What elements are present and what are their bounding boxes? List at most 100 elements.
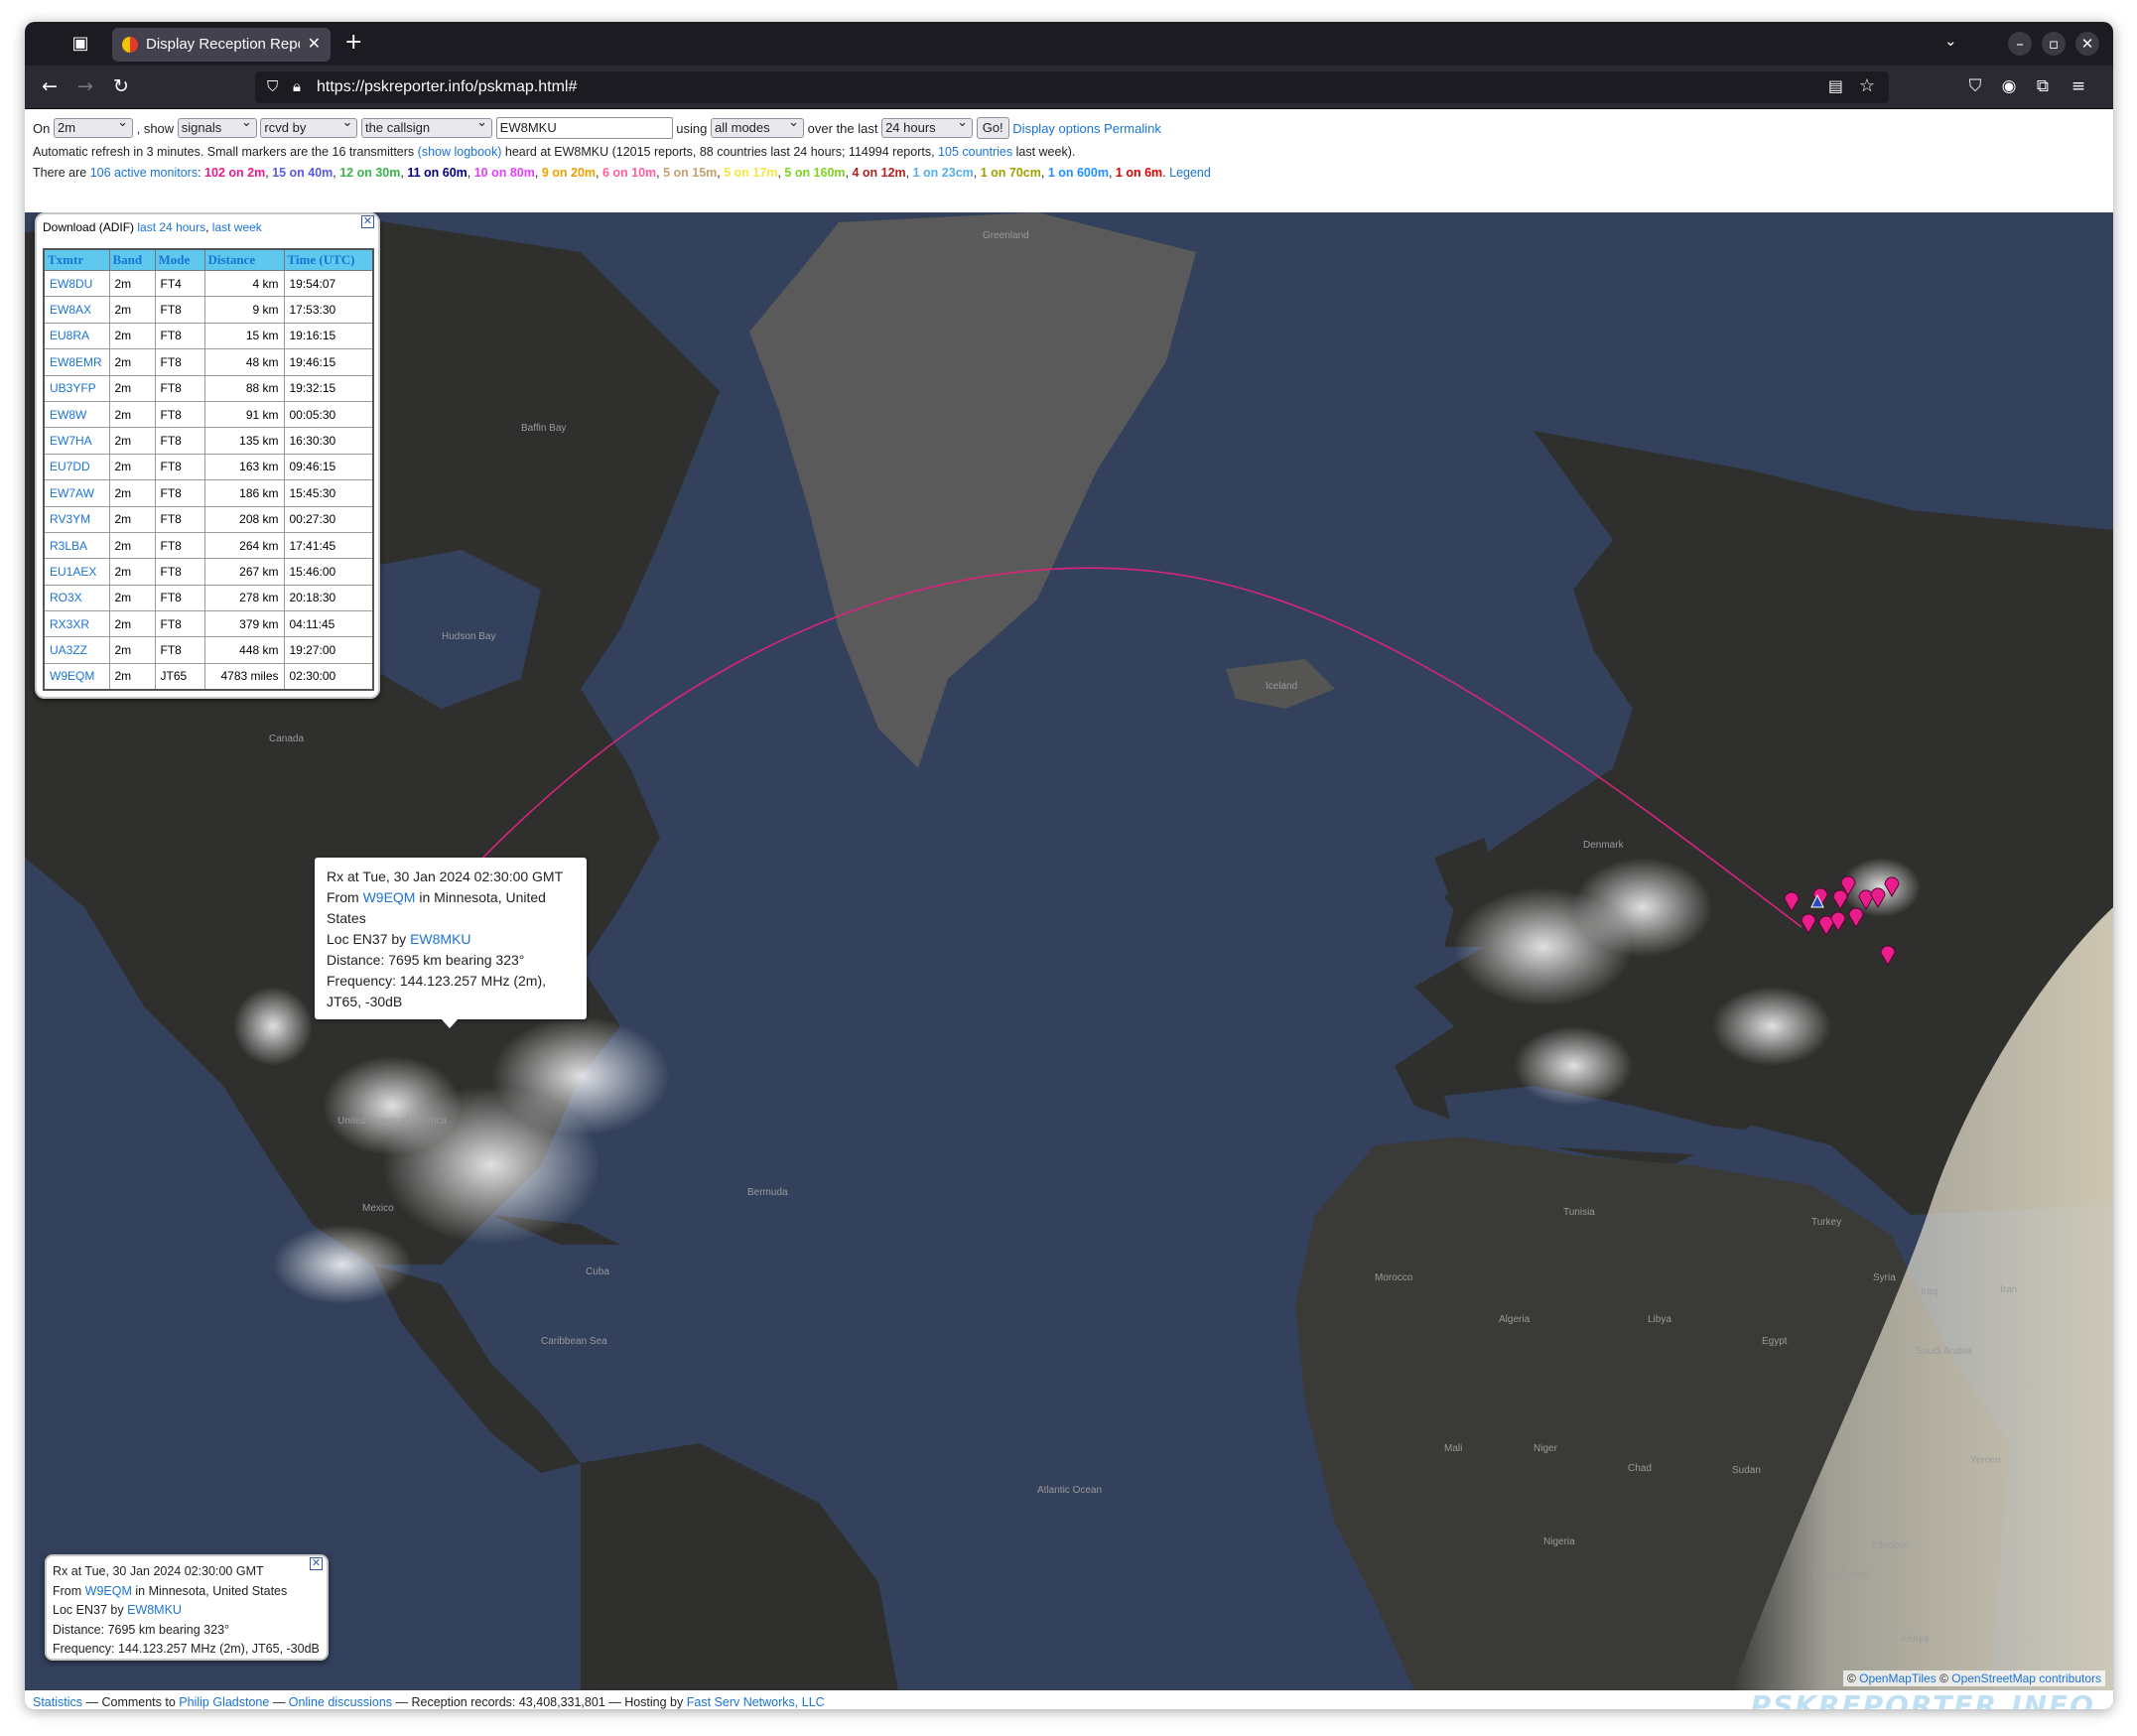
column-header[interactable]: Txmtr <box>43 248 110 271</box>
footer-dash: — <box>272 1695 286 1709</box>
download-24h-link[interactable]: last 24 hours <box>137 220 205 234</box>
discussions-link[interactable]: Online discussions <box>289 1695 392 1709</box>
tracking-shield-icon[interactable]: ⛉ <box>267 77 278 95</box>
transmitter-link[interactable]: EW7HA <box>50 434 92 448</box>
mode-select[interactable]: all modes <box>711 115 804 138</box>
popup-loc-call-link[interactable]: EW8MKU <box>410 931 470 947</box>
account-icon[interactable]: ◉ <box>1998 76 2020 96</box>
extensions-icon[interactable]: ⧉ <box>2032 76 2054 96</box>
direction-select[interactable]: rcvd by <box>260 115 358 138</box>
active-monitors-link[interactable]: 106 active monitors <box>90 166 198 180</box>
column-header[interactable]: Band <box>108 248 156 271</box>
window-close-icon[interactable]: ✕ <box>2075 32 2099 56</box>
callsign-input[interactable]: EW8MKU <box>495 117 673 139</box>
transmitter-link[interactable]: W9EQM <box>50 669 94 683</box>
transmitter-link[interactable]: EU8RA <box>50 329 89 342</box>
reader-view-icon[interactable]: ▤ <box>1828 76 1843 95</box>
band-separator: , <box>596 166 602 180</box>
monitors-prefix: There are <box>33 166 87 180</box>
url-text[interactable]: https://pskreporter.info/pskmap.html# <box>317 78 577 96</box>
transmitter-link[interactable]: UB3YFP <box>50 381 96 395</box>
column-header[interactable]: Distance <box>203 248 285 271</box>
table-cell: FT8 <box>154 374 205 402</box>
go-button[interactable]: Go! <box>976 117 1009 139</box>
transmitter-link[interactable]: RX3XR <box>50 617 89 631</box>
map-label: Iran <box>2000 1284 2017 1295</box>
band-select[interactable]: 2m <box>53 115 133 138</box>
author-link[interactable]: Philip Gladstone <box>179 1695 269 1709</box>
show-logbook-link[interactable]: (show logbook) <box>418 145 502 159</box>
map-attribution: © OpenMapTiles © OpenStreetMap contribut… <box>1842 1670 2105 1686</box>
back-icon[interactable]: ← <box>37 75 63 97</box>
footer-text-comments: — Comments to <box>85 1695 176 1709</box>
transmitter-link[interactable]: EW8EMR <box>50 355 102 369</box>
target-select[interactable]: the callsign <box>361 115 493 138</box>
download-week-link[interactable]: last week <box>212 220 262 234</box>
info-loc-call-link[interactable]: EW8MKU <box>127 1603 182 1617</box>
world-map[interactable]: Greenland Iceland Canada United States o… <box>25 212 2113 1690</box>
transmitter-link[interactable]: EU1AEX <box>50 565 96 579</box>
countries-link[interactable]: 105 countries <box>938 145 1012 159</box>
period-select[interactable]: 24 hours <box>881 115 974 138</box>
map-label: Hudson Bay <box>442 631 495 642</box>
band-count: 10 on 80m <box>473 166 535 180</box>
statistics-link[interactable]: Statistics <box>33 1695 82 1709</box>
show-select[interactable]: signals <box>177 115 257 138</box>
table-cell: RO3X <box>43 584 110 612</box>
new-tab-button[interactable]: + <box>344 30 362 55</box>
pocket-icon[interactable]: ⛉ <box>1964 76 1986 96</box>
band-count: 5 on 15m <box>663 166 718 180</box>
tab-close-icon[interactable]: ✕ <box>308 34 321 53</box>
info-box-close-icon[interactable]: ✕ <box>310 1557 323 1570</box>
column-header[interactable]: Time (UTC) <box>283 248 374 271</box>
openstreetmap-link[interactable]: OpenStreetMap contributors <box>1951 1671 2101 1685</box>
monitors-status: There are 106 active monitors: 102 on 2m… <box>33 166 1211 180</box>
url-bar[interactable]: ⛉ 🔒︎ https://pskreporter.info/pskmap.htm… <box>255 71 1889 103</box>
forward-icon[interactable]: → <box>72 75 98 97</box>
menu-icon[interactable]: ≡ <box>2068 76 2089 96</box>
display-options-link[interactable]: Display options <box>1012 121 1100 136</box>
table-row: RV3YM 2m FT8 208 km 00:27:30 <box>43 505 374 533</box>
popup-loc-label: Loc EN37 by <box>327 931 407 947</box>
reload-icon[interactable]: ↻ <box>108 75 134 97</box>
table-cell: FT8 <box>154 453 205 481</box>
list-all-tabs-icon[interactable]: ⌄ <box>1944 32 1957 50</box>
hosting-link[interactable]: Fast Serv Networks, LLC <box>687 1695 825 1709</box>
table-cell: 2m <box>108 479 156 507</box>
transmitter-link[interactable]: RO3X <box>50 591 82 604</box>
table-cell: EU1AEX <box>43 558 110 586</box>
permalink-link[interactable]: Permalink <box>1104 121 1161 136</box>
firefox-view-icon[interactable]: ▣ <box>68 32 92 56</box>
table-row: R3LBA 2m FT8 264 km 17:41:45 <box>43 531 374 560</box>
reception-table-body: EW8DU 2m FT4 4 km 19:54:07 EW8AX 2m FT8 9 km 17:5… <box>43 269 374 691</box>
table-row: RO3X 2m FT8 278 km 20:18:30 <box>43 584 374 612</box>
band-count: 1 on 600m <box>1047 166 1109 180</box>
transmitter-link[interactable]: EW8AX <box>50 303 91 317</box>
map-label: Mali <box>1444 1443 1462 1454</box>
table-cell: 2m <box>108 531 156 560</box>
transmitter-link[interactable]: R3LBA <box>50 539 87 553</box>
info-from-call-link[interactable]: W9EQM <box>85 1584 132 1598</box>
transmitter-link[interactable]: EW7AW <box>50 486 94 500</box>
map-label: Iceland <box>1266 681 1297 692</box>
minimize-icon[interactable]: – <box>2008 32 2032 56</box>
band-separator: , <box>534 166 542 180</box>
transmitter-link[interactable]: RV3YM <box>50 512 90 526</box>
column-header[interactable]: Mode <box>154 248 205 271</box>
bookmark-star-icon[interactable]: ☆ <box>1859 75 1875 96</box>
table-cell: FT8 <box>154 322 205 350</box>
maximize-icon[interactable]: ▫ <box>2042 32 2066 56</box>
tab-display-reception[interactable]: Display Reception Reports ✕ <box>112 28 331 62</box>
download-label: Download (ADIF) <box>43 220 135 234</box>
transmitter-link[interactable]: UA3ZZ <box>50 643 87 657</box>
download-panel-close-icon[interactable]: ✕ <box>361 215 374 228</box>
transmitter-link[interactable]: EW8W <box>50 408 86 422</box>
legend-link[interactable]: Legend <box>1169 166 1211 180</box>
openmaptiles-link[interactable]: OpenMapTiles <box>1859 1671 1937 1685</box>
transmitter-link[interactable]: EW8DU <box>50 277 92 291</box>
table-cell: RV3YM <box>43 505 110 533</box>
transmitter-link[interactable]: EU7DD <box>50 460 90 473</box>
popup-from-call-link[interactable]: W9EQM <box>363 889 416 905</box>
lock-icon[interactable]: 🔒︎ <box>293 77 301 95</box>
table-cell: 379 km <box>203 610 285 638</box>
